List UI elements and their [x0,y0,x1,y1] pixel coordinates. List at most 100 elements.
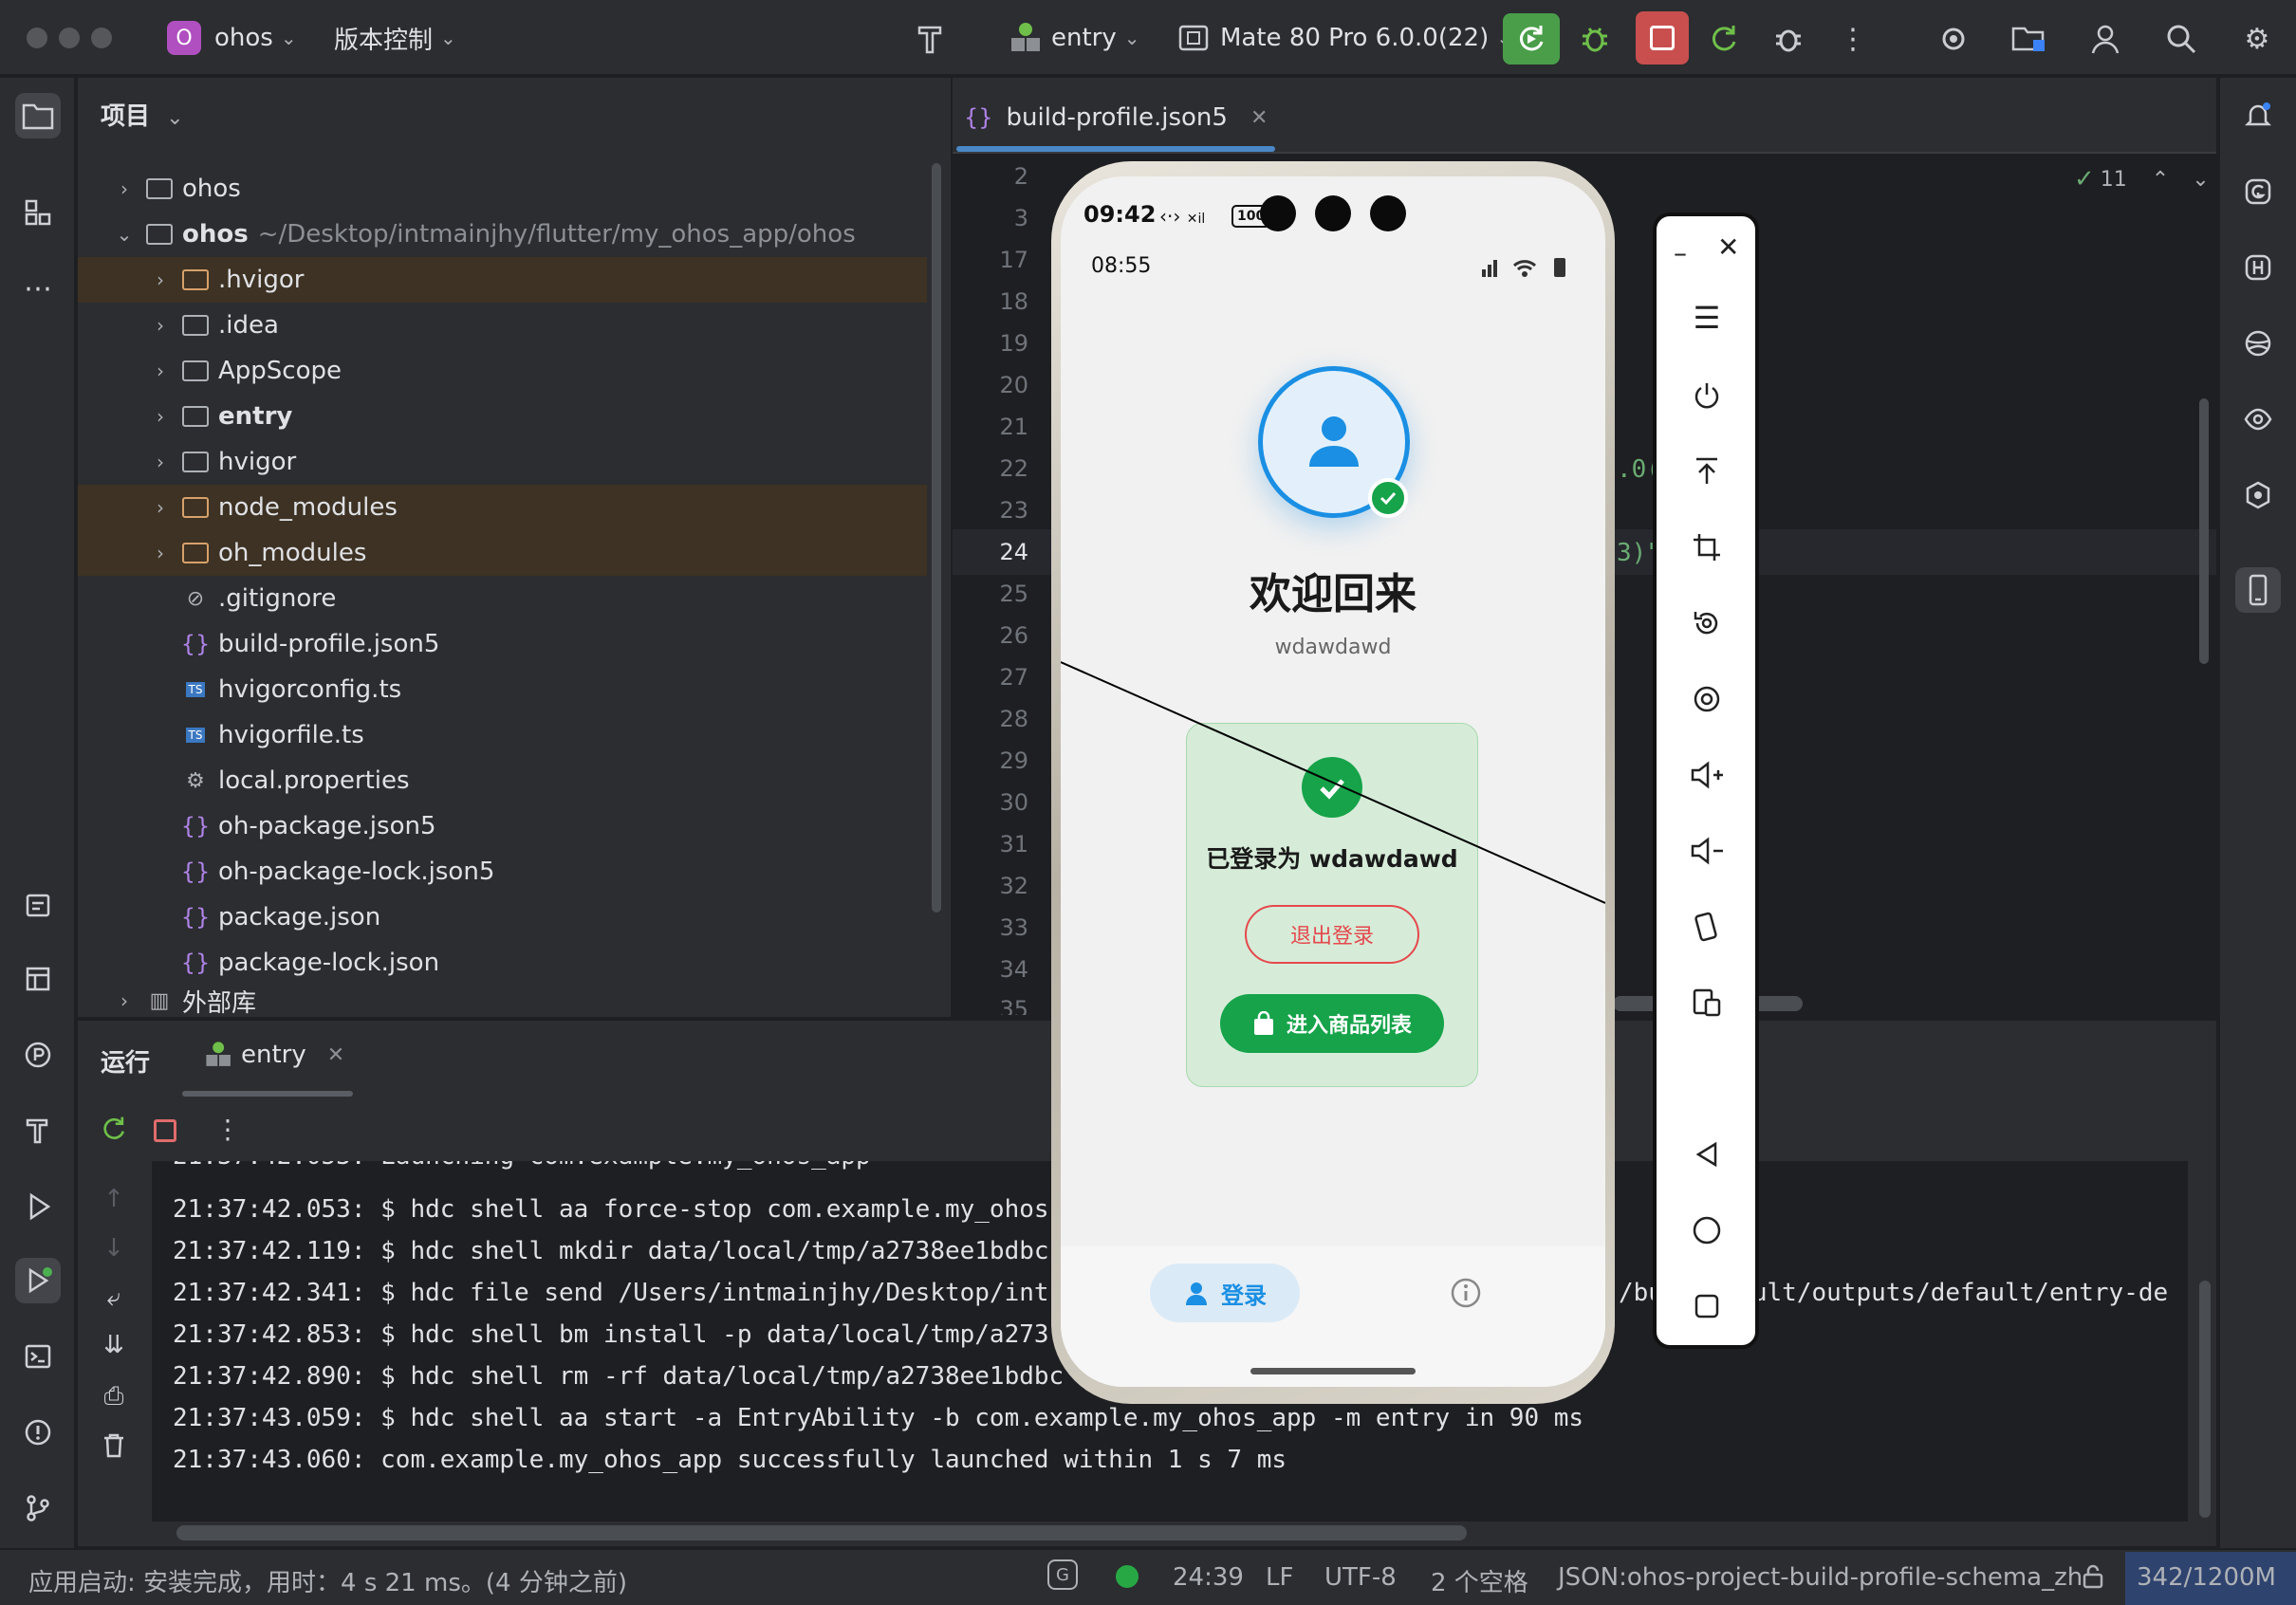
inspection-widget[interactable]: ✓ 11 ⌃ ⌄ [2074,165,2210,194]
window-minimize-button[interactable] [59,28,80,48]
tree-item-hvigorfile[interactable]: TS hvigorfile.ts [78,712,927,758]
build-hammer-icon[interactable] [15,1108,61,1153]
codegenie-g-icon[interactable] [2235,169,2281,214]
tree-item-hvigorconfig[interactable]: TS hvigorconfig.ts [78,667,927,712]
memory-indicator[interactable]: 342/1200M [2137,1563,2276,1592]
tree-item-oh-package-lock[interactable]: {} oh-package-lock.json5 [78,849,927,895]
crop-screenshot-icon[interactable] [1674,524,1740,571]
device-mirror-icon[interactable] [2235,567,2281,613]
trash-icon[interactable] [91,1423,137,1468]
print-icon[interactable]: ⎙ [91,1374,137,1419]
cursor-position[interactable]: 24:39 [1173,1563,1244,1592]
volume-up-icon[interactable] [1674,751,1740,799]
chevron-down-icon[interactable]: ⌄ [2192,168,2209,192]
back-triangle-icon[interactable] [1674,1131,1740,1178]
device-manager-icon[interactable] [2008,17,2051,61]
status-message[interactable]: 应用启动: 安装完成，用时：4 s 21 ms。(4 分钟之前) [28,1563,627,1598]
problems-icon[interactable] [15,1410,61,1455]
file-encoding[interactable]: UTF-8 [1324,1563,1397,1592]
indent-setting[interactable]: 2 个空格 [1431,1563,1528,1598]
console-vertical-scrollbar[interactable] [2199,1281,2211,1518]
layout-table-icon[interactable] [15,956,61,1002]
services-play-icon[interactable] [15,1184,61,1229]
run-config-selector[interactable]: entry ⌄ [1008,15,1140,61]
tree-item-oh-package[interactable]: {} oh-package.json5 [78,803,927,849]
tree-item-appscope[interactable]: › AppScope [78,348,927,394]
account-icon[interactable] [2083,17,2127,61]
editor-vertical-scrollbar[interactable] [2199,398,2209,664]
more-horizontal-icon[interactable]: ⋯ [15,266,61,311]
tree-item-hvigor[interactable]: › hvigor [78,439,927,485]
tree-item-package-json[interactable]: {} package.json [78,895,927,940]
more-vertical-icon[interactable]: ⋮ [1831,17,1875,61]
tab-build-profile[interactable]: {} build-profile.json5 ✕ [964,91,1268,144]
globe-icon[interactable] [2235,321,2281,366]
tree-item-oh-modules[interactable]: › oh_modules [78,530,927,576]
record-screen-icon[interactable] [1674,675,1740,723]
home-indicator[interactable] [1250,1368,1416,1374]
close-tab-icon[interactable]: ✕ [1250,106,1268,130]
minimize-icon[interactable]: – [1674,237,1687,268]
power-icon[interactable] [1674,372,1740,419]
vcs-menu[interactable]: 版本控制 ⌄ [334,15,456,61]
attach-debugger-icon[interactable] [1767,17,1810,61]
tree-item-idea[interactable]: › .idea [78,303,927,348]
project-panel-header[interactable]: 项目 ⌄ [101,97,184,132]
tree-item-node-modules[interactable]: › node_modules [78,485,927,530]
stop-icon[interactable] [154,1119,176,1142]
run-tool-icon[interactable] [15,1258,61,1303]
info-icon[interactable] [1450,1277,1482,1313]
menu-hamburger-icon[interactable]: ☰ [1674,294,1740,341]
debug-bug-icon[interactable] [1573,17,1617,61]
status-ok-indicator[interactable] [1116,1565,1139,1588]
phone-screen[interactable]: 09:42 ‹·› ✕il 100 08:55 欢迎回来 wdawdawd 已登… [1061,176,1605,1387]
git-branch-icon[interactable] [15,1485,61,1531]
rotate-screen-icon[interactable] [1674,600,1740,647]
tree-item-ohos-root[interactable]: ⌄ ohos ~/Desktop/intmainjhy/flutter/my_o… [78,212,927,257]
line-ending[interactable]: LF [1266,1563,1293,1592]
notifications-bell-icon[interactable] [2235,93,2281,138]
json-schema[interactable]: JSON:ohos-project-build-profile-schema_z… [1558,1563,2083,1592]
window-close-button[interactable] [27,28,47,48]
project-switcher[interactable]: O ohos ⌄ [167,15,297,61]
scroll-down-arrow-icon[interactable]: ↓ [91,1226,137,1271]
search-icon[interactable] [2159,17,2203,61]
terminal-icon[interactable] [15,1334,61,1379]
window-zoom-button[interactable] [91,28,112,48]
scroll-to-end-icon[interactable]: ⇊ [91,1322,137,1368]
run-tab-entry[interactable]: entry ✕ [203,1040,344,1070]
nav-login-tab[interactable]: 登录 [1150,1264,1300,1322]
stop-button[interactable] [1636,11,1689,65]
close-icon[interactable]: ✕ [1717,231,1739,263]
close-tab-icon[interactable]: ✕ [327,1043,344,1067]
tree-item-entry[interactable]: › entry [78,394,927,439]
device-selector[interactable]: Mate 80 Pro 6.0.0(22) ⌄ [1176,15,1512,61]
codegenie-g-icon[interactable]: G [1047,1559,1078,1590]
preview-eye-icon[interactable] [2235,397,2281,442]
tree-item-gitignore[interactable]: ⊘ .gitignore [78,576,927,621]
tree-item-package-lock[interactable]: {} package-lock.json [78,940,927,986]
console-horizontal-scrollbar[interactable] [176,1525,1467,1540]
tree-item-build-profile[interactable]: {} build-profile.json5 [78,621,927,667]
tree-item-ohos-collapsed[interactable]: › ohos [78,166,927,212]
project-folder-icon[interactable] [15,93,61,138]
apply-changes-icon[interactable] [1702,17,1746,61]
rerun-icon[interactable] [91,1106,137,1152]
settings-gear-icon[interactable]: ⚙ [2235,17,2279,61]
profiler-target-icon[interactable] [1932,17,1975,61]
multi-device-icon[interactable] [1674,979,1740,1026]
recents-square-icon[interactable] [1674,1282,1740,1330]
project-scrollbar[interactable] [932,163,941,913]
home-circle-icon[interactable] [1674,1207,1740,1254]
tree-item-local-properties[interactable]: ⚙ local.properties [78,758,927,803]
structure-icon[interactable] [15,190,61,235]
scroll-up-arrow-icon[interactable]: ↑ [91,1176,137,1222]
app-inspector-icon[interactable] [2235,472,2281,518]
push-file-upload-icon[interactable] [1674,448,1740,495]
volume-down-icon[interactable] [1674,827,1740,875]
build-hammer-icon[interactable] [909,17,953,61]
fold-device-icon[interactable] [1674,903,1740,950]
lock-icon[interactable] [2080,1563,2106,1596]
chevron-up-icon[interactable]: ⌃ [2152,168,2169,192]
todo-calendar-icon[interactable] [15,882,61,928]
